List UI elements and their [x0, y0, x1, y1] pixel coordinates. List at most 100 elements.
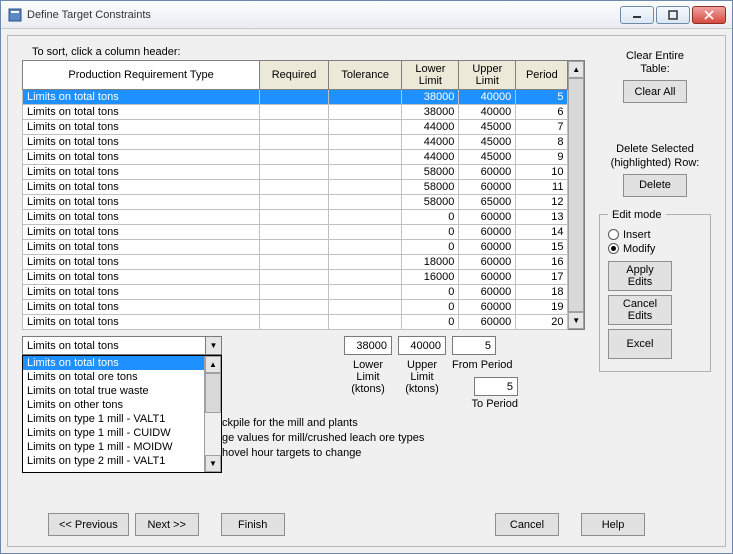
- close-button[interactable]: [692, 6, 726, 24]
- table-cell[interactable]: 8: [516, 135, 568, 150]
- combo-option[interactable]: Limits on type 2 mill - VALT1: [23, 454, 221, 468]
- table-cell[interactable]: [260, 90, 329, 105]
- combo-scrollbar[interactable]: ▲ ▼: [204, 356, 221, 472]
- table-cell[interactable]: 58000: [402, 165, 459, 180]
- table-cell[interactable]: Limits on total tons: [23, 90, 260, 105]
- table-cell[interactable]: 9: [516, 150, 568, 165]
- table-row[interactable]: Limits on total tons180006000016: [23, 255, 568, 270]
- table-cell[interactable]: 45000: [459, 120, 516, 135]
- table-cell[interactable]: Limits on total tons: [23, 105, 260, 120]
- table-cell[interactable]: [328, 105, 402, 120]
- table-row[interactable]: Limits on total tons06000020: [23, 315, 568, 330]
- table-cell[interactable]: [260, 270, 329, 285]
- combo-option[interactable]: Limits on type 1 mill - VALT1: [23, 412, 221, 426]
- table-cell[interactable]: [260, 255, 329, 270]
- table-cell[interactable]: 40000: [459, 90, 516, 105]
- table-cell[interactable]: 45000: [459, 135, 516, 150]
- delete-button[interactable]: Delete: [623, 174, 687, 197]
- table-cell[interactable]: 38000: [402, 90, 459, 105]
- table-cell[interactable]: [328, 150, 402, 165]
- table-cell[interactable]: 38000: [402, 105, 459, 120]
- table-cell[interactable]: [328, 210, 402, 225]
- upper-limit-input[interactable]: 40000: [398, 336, 446, 355]
- combo-dropdown-list[interactable]: Limits on total tonsLimits on total ore …: [22, 355, 222, 473]
- table-cell[interactable]: 44000: [402, 135, 459, 150]
- table-cell[interactable]: Limits on total tons: [23, 270, 260, 285]
- table-cell[interactable]: Limits on total tons: [23, 225, 260, 240]
- table-cell[interactable]: 18: [516, 285, 568, 300]
- combo-scroll-up[interactable]: ▲: [205, 356, 221, 373]
- table-cell[interactable]: 0: [402, 240, 459, 255]
- scroll-up-button[interactable]: ▲: [568, 61, 584, 78]
- to-period-input[interactable]: 5: [474, 377, 518, 396]
- table-cell[interactable]: [328, 285, 402, 300]
- table-cell[interactable]: [260, 105, 329, 120]
- previous-button[interactable]: << Previous: [48, 513, 129, 536]
- titlebar[interactable]: Define Target Constraints: [1, 1, 732, 29]
- chevron-down-icon[interactable]: ▼: [205, 337, 221, 354]
- table-cell[interactable]: [328, 225, 402, 240]
- table-cell[interactable]: 60000: [459, 300, 516, 315]
- table-cell[interactable]: Limits on total tons: [23, 120, 260, 135]
- clear-all-button[interactable]: Clear All: [623, 80, 687, 103]
- apply-edits-button[interactable]: Apply Edits: [608, 261, 672, 291]
- table-cell[interactable]: 18000: [402, 255, 459, 270]
- table-cell[interactable]: [260, 180, 329, 195]
- table-cell[interactable]: [260, 150, 329, 165]
- table-cell[interactable]: Limits on total tons: [23, 210, 260, 225]
- table-cell[interactable]: 19: [516, 300, 568, 315]
- table-cell[interactable]: [260, 285, 329, 300]
- scroll-down-button[interactable]: ▼: [568, 312, 584, 329]
- table-cell[interactable]: [260, 225, 329, 240]
- table-row[interactable]: Limits on total tons160006000017: [23, 270, 568, 285]
- from-period-input[interactable]: 5: [452, 336, 496, 355]
- table-cell[interactable]: 11: [516, 180, 568, 195]
- col-tolerance[interactable]: Tolerance: [328, 61, 402, 90]
- table-cell[interactable]: 60000: [459, 255, 516, 270]
- insert-radio[interactable]: Insert: [608, 229, 702, 241]
- table-row[interactable]: Limits on total tons06000015: [23, 240, 568, 255]
- table-cell[interactable]: Limits on total tons: [23, 315, 260, 330]
- table-cell[interactable]: 14: [516, 225, 568, 240]
- table-scrollbar[interactable]: ▲ ▼: [568, 60, 585, 330]
- table-cell[interactable]: 0: [402, 285, 459, 300]
- table-cell[interactable]: [328, 90, 402, 105]
- next-button[interactable]: Next >>: [135, 513, 199, 536]
- table-cell[interactable]: 60000: [459, 180, 516, 195]
- table-cell[interactable]: [260, 135, 329, 150]
- excel-button[interactable]: Excel: [608, 329, 672, 359]
- table-row[interactable]: Limits on total tons38000400006: [23, 105, 568, 120]
- col-period[interactable]: Period: [516, 61, 568, 90]
- constraints-table[interactable]: Production Requirement Type Required Tol…: [22, 60, 568, 330]
- table-cell[interactable]: [260, 195, 329, 210]
- requirement-type-combo[interactable]: Limits on total tons ▼ Limits on total t…: [22, 336, 222, 355]
- lower-limit-input[interactable]: 38000: [344, 336, 392, 355]
- finish-button[interactable]: Finish: [221, 513, 285, 536]
- table-cell[interactable]: 0: [402, 210, 459, 225]
- table-cell[interactable]: [260, 300, 329, 315]
- table-cell[interactable]: 44000: [402, 120, 459, 135]
- table-cell[interactable]: 16000: [402, 270, 459, 285]
- col-upper-limit[interactable]: Upper Limit: [459, 61, 516, 90]
- table-row[interactable]: Limits on total tons580006000010: [23, 165, 568, 180]
- table-cell[interactable]: [328, 255, 402, 270]
- table-cell[interactable]: [260, 210, 329, 225]
- scroll-thumb[interactable]: [568, 78, 584, 312]
- table-row[interactable]: Limits on total tons38000400005: [23, 90, 568, 105]
- cancel-edits-button[interactable]: Cancel Edits: [608, 295, 672, 325]
- table-cell[interactable]: [328, 300, 402, 315]
- table-cell[interactable]: [328, 195, 402, 210]
- table-cell[interactable]: Limits on total tons: [23, 240, 260, 255]
- table-cell[interactable]: 10: [516, 165, 568, 180]
- table-cell[interactable]: 12: [516, 195, 568, 210]
- maximize-button[interactable]: [656, 6, 690, 24]
- combo-scroll-down[interactable]: ▼: [205, 455, 221, 472]
- table-cell[interactable]: [328, 135, 402, 150]
- table-cell[interactable]: Limits on total tons: [23, 180, 260, 195]
- table-cell[interactable]: 0: [402, 225, 459, 240]
- table-cell[interactable]: 0: [402, 315, 459, 330]
- combo-scroll-thumb[interactable]: [205, 373, 221, 413]
- table-cell[interactable]: [260, 315, 329, 330]
- table-cell[interactable]: [328, 180, 402, 195]
- table-cell[interactable]: 58000: [402, 180, 459, 195]
